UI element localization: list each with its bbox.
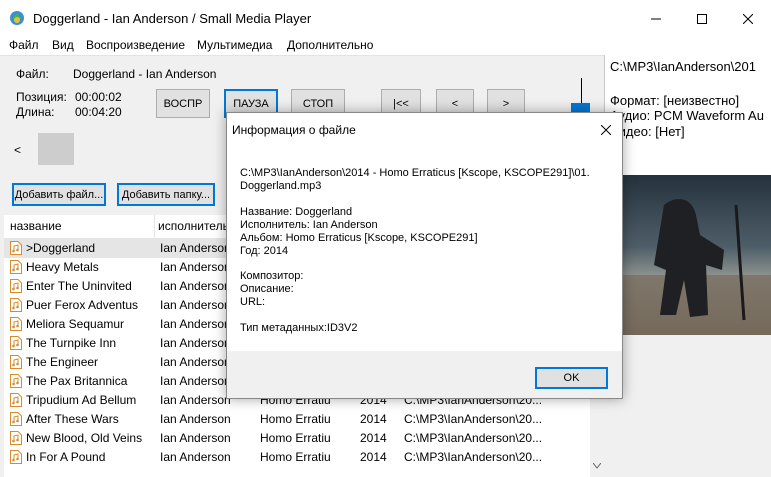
dialog-body: C:\MP3\IanAnderson\2014 - Homo Erraticus… bbox=[227, 146, 622, 351]
dialog-description: Описание: bbox=[240, 283, 294, 295]
cell-artist: Ian Anderson bbox=[160, 431, 231, 445]
dialog-title-bar: Информация о файле bbox=[227, 113, 622, 146]
scroll-down-icon bbox=[593, 463, 601, 469]
dialog-artist: Исполнитель: Ian Anderson bbox=[240, 219, 378, 231]
menu-extra[interactable]: Дополнительно bbox=[287, 37, 373, 55]
playlist-row[interactable]: New Blood, Old Veins Ian Anderson Homo Err… bbox=[4, 429, 588, 448]
menu-playback[interactable]: Воспроизведение bbox=[86, 37, 185, 55]
seek-slider-thumb[interactable] bbox=[38, 133, 74, 165]
dialog-url: URL: bbox=[240, 296, 266, 308]
cell-artist: Ian Anderson bbox=[160, 412, 231, 426]
dialog-year: Год: 2014 bbox=[240, 245, 289, 257]
media-info-panel: C:\MP3\IanAnderson\201 Формат: [неизвест… bbox=[604, 55, 771, 185]
play-button[interactable]: ВОСПР bbox=[156, 89, 210, 118]
minimize-icon bbox=[651, 18, 661, 19]
playlist-row[interactable]: In For A Pound Ian Anderson Homo Erratiu 20… bbox=[4, 448, 588, 467]
dialog-path-line1: C:\MP3\IanAnderson\2014 - Homo Erraticus… bbox=[240, 167, 590, 179]
file-value: Doggerland - Ian Anderson bbox=[73, 67, 217, 81]
cell-title: In For A Pound bbox=[26, 450, 106, 464]
close-icon bbox=[743, 13, 753, 24]
audio-file-icon bbox=[10, 241, 22, 255]
cell-album: Homo Erratiu bbox=[260, 450, 331, 464]
cell-path: C:\MP3\IanAnderson\20... bbox=[404, 412, 543, 426]
cell-path: C:\MP3\IanAnderson\20... bbox=[404, 431, 543, 445]
info-format: Формат: [неизвестно] bbox=[610, 93, 740, 108]
column-artist-header[interactable]: исполнитель bbox=[158, 219, 229, 233]
cell-title: Heavy Metals bbox=[26, 260, 99, 274]
cell-title: Meliora Sequamur bbox=[26, 317, 125, 331]
cell-title: The Engineer bbox=[26, 355, 99, 369]
cell-title: Puer Ferox Adventus bbox=[26, 298, 139, 312]
file-info-dialog: Информация о файле C:\MP3\IanAnderson\20… bbox=[226, 112, 623, 399]
file-label: Файл: bbox=[16, 67, 49, 81]
info-audio: Аудио: PCM Waveform Au bbox=[610, 108, 764, 123]
audio-file-icon bbox=[10, 412, 22, 426]
cell-album: Homo Erratiu bbox=[260, 431, 331, 445]
dialog-name: Название: Doggerland bbox=[240, 206, 353, 218]
audio-file-icon bbox=[10, 355, 22, 369]
dialog-meta-type: Тип метаданных:ID3V2 bbox=[240, 322, 358, 334]
audio-file-icon bbox=[10, 279, 22, 293]
dialog-footer: OK bbox=[227, 351, 622, 398]
close-icon bbox=[601, 125, 611, 135]
seek-back-arrow[interactable]: < bbox=[14, 143, 21, 157]
cell-path: C:\MP3\IanAnderson\20... bbox=[404, 450, 543, 464]
cell-title: The Turnpike Inn bbox=[26, 336, 117, 350]
length-label: Длина: bbox=[16, 105, 55, 119]
album-cover-image bbox=[604, 175, 771, 477]
menu-file[interactable]: Файл bbox=[9, 37, 39, 55]
window-title: Doggerland - Ian Anderson / Small Media … bbox=[33, 11, 312, 26]
cell-title: The Pax Britannica bbox=[26, 374, 128, 388]
audio-file-icon bbox=[10, 374, 22, 388]
cell-title: Tripudium Ad Bellum bbox=[26, 393, 137, 407]
cell-year: 2014 bbox=[360, 450, 387, 464]
column-divider[interactable] bbox=[154, 215, 155, 239]
cell-title: >Doggerland bbox=[26, 241, 96, 255]
app-icon bbox=[9, 10, 25, 26]
dialog-close-button[interactable] bbox=[595, 119, 617, 141]
cell-album: Homo Erratiu bbox=[260, 412, 331, 426]
maximize-icon bbox=[697, 13, 707, 24]
audio-file-icon bbox=[10, 431, 22, 445]
position-value: 00:00:02 bbox=[75, 90, 122, 104]
cell-year: 2014 bbox=[360, 412, 387, 426]
dialog-album: Альбом: Homo Erraticus [Kscope, KSCOPE29… bbox=[240, 232, 478, 244]
menu-bar: Файл Вид Воспроизведение Мультимедиа Доп… bbox=[0, 37, 771, 55]
ok-button[interactable]: OK bbox=[535, 367, 608, 389]
audio-file-icon bbox=[10, 298, 22, 312]
cell-year: 2014 bbox=[360, 431, 387, 445]
cell-title: New Blood, Old Veins bbox=[26, 431, 143, 445]
title-bar: Doggerland - Ian Anderson / Small Media … bbox=[0, 0, 771, 37]
cell-title: Enter The Uninvited bbox=[26, 279, 132, 293]
column-title-header[interactable]: название bbox=[10, 219, 62, 233]
audio-file-icon bbox=[10, 260, 22, 274]
dialog-composer: Композитор: bbox=[240, 270, 304, 282]
length-value: 00:04:20 bbox=[75, 105, 122, 119]
cell-artist: Ian Anderson bbox=[160, 450, 231, 464]
position-label: Позиция: bbox=[16, 90, 67, 104]
add-file-button[interactable]: Добавить файл... bbox=[12, 183, 106, 206]
info-path: C:\MP3\IanAnderson\201 bbox=[610, 59, 756, 74]
dialog-title: Информация о файле bbox=[232, 123, 356, 137]
menu-view[interactable]: Вид bbox=[52, 37, 74, 55]
dialog-path-line2: Doggerland.mp3 bbox=[240, 180, 322, 192]
audio-file-icon bbox=[10, 317, 22, 331]
cell-title: After These Wars bbox=[26, 412, 119, 426]
playlist-row[interactable]: After These Wars Ian Anderson Homo Erratiu… bbox=[4, 410, 588, 429]
audio-file-icon bbox=[10, 336, 22, 350]
audio-file-icon bbox=[10, 393, 22, 407]
audio-file-icon bbox=[10, 450, 22, 464]
maximize-button[interactable] bbox=[679, 0, 725, 37]
menu-multimedia[interactable]: Мультимедиа bbox=[197, 37, 272, 55]
minimize-button[interactable] bbox=[633, 0, 679, 37]
add-folder-button[interactable]: Добавить папку... bbox=[117, 183, 215, 206]
close-button[interactable] bbox=[725, 0, 771, 37]
